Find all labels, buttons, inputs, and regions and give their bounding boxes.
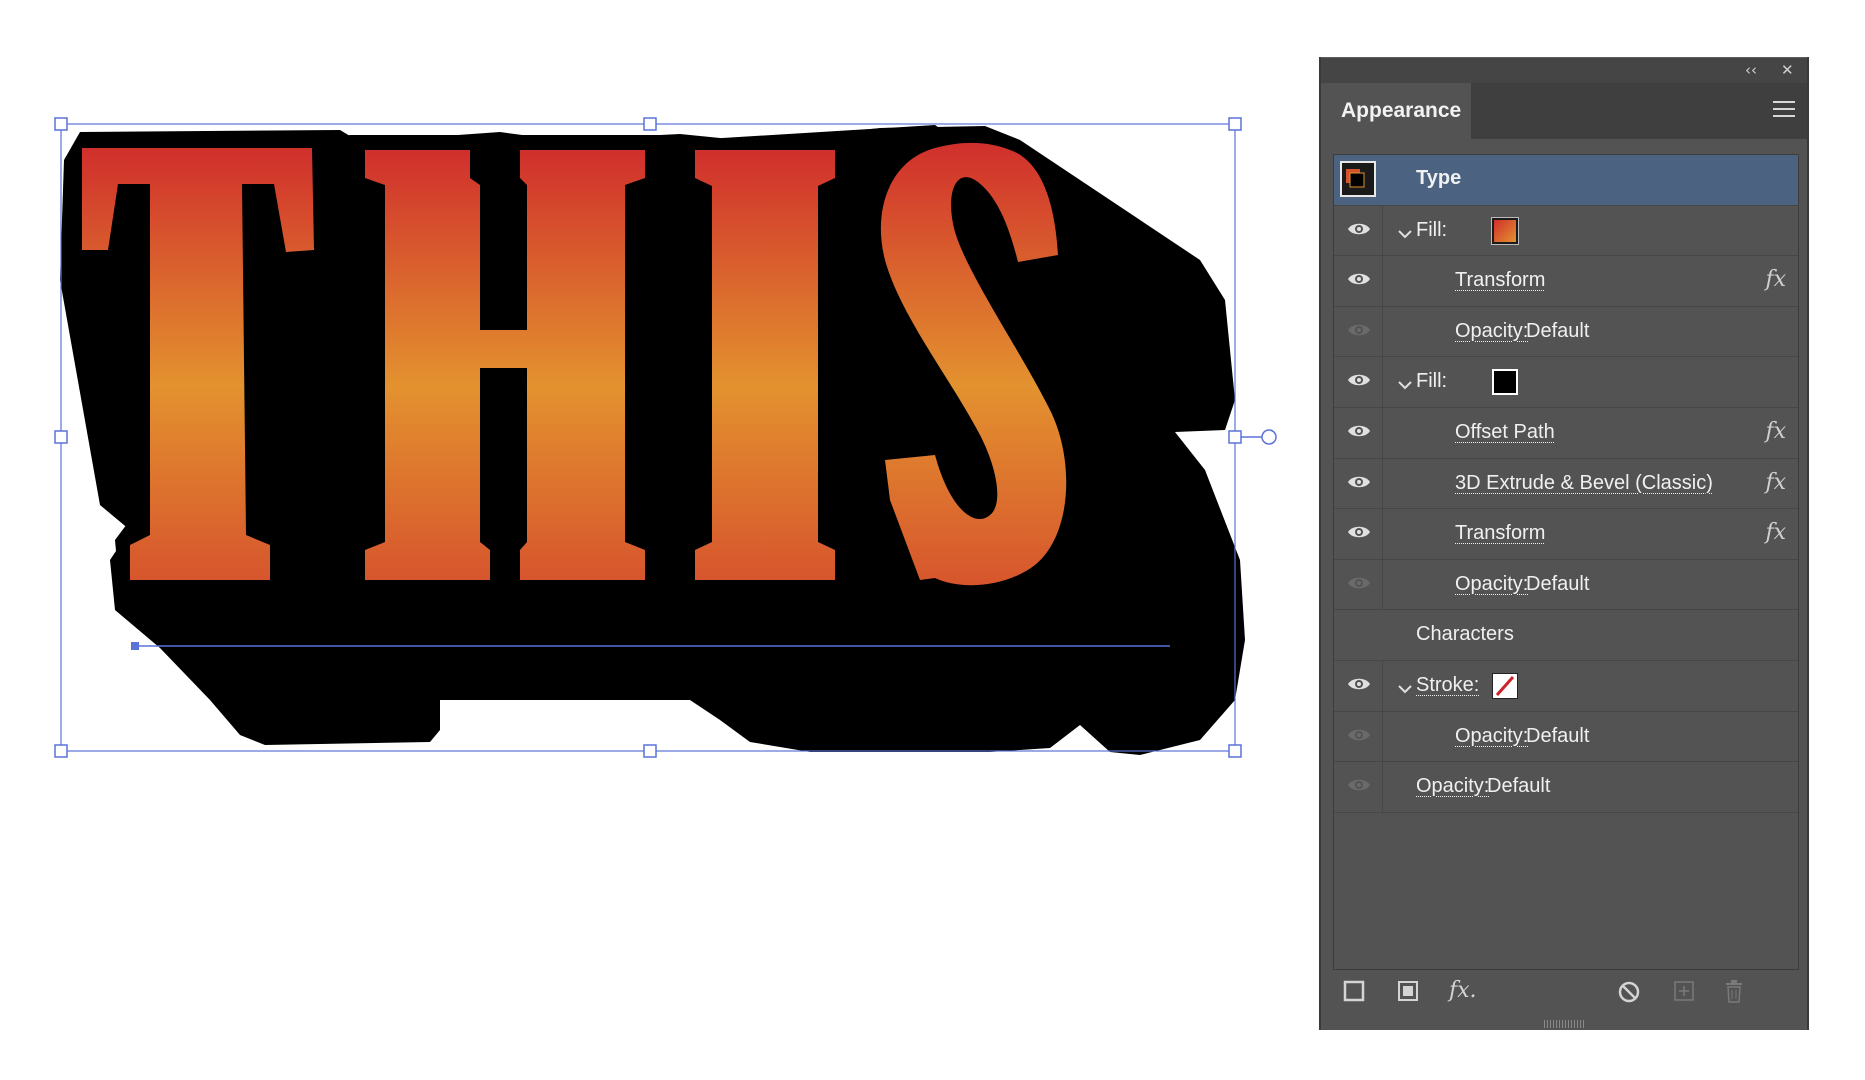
visibility-eye-icon[interactable] — [1334, 407, 1383, 458]
appearance-row-stroke[interactable]: Stroke: — [1334, 660, 1798, 712]
appearance-row-characters[interactable]: Characters — [1334, 610, 1798, 661]
stroke-swatch-none[interactable] — [1492, 672, 1518, 699]
top-opacity-label: Opacity: — [1416, 775, 1490, 798]
visibility-eye-icon[interactable] — [1334, 711, 1383, 762]
chevron-down-icon[interactable] — [1398, 373, 1412, 396]
visibility-eye-icon[interactable] — [1334, 306, 1383, 357]
panel-title-bar: ‹‹ ✕ — [1321, 57, 1807, 84]
opacity-value[interactable]: Default — [1526, 725, 1589, 748]
new-stroke-icon[interactable] — [1343, 980, 1365, 1007]
appearance-row-effect[interactable]: Transform fx — [1334, 256, 1798, 307]
clear-appearance-icon[interactable] — [1617, 980, 1641, 1009]
tab-appearance[interactable]: Appearance — [1321, 83, 1471, 139]
appearance-row-top-opacity[interactable]: Opacity: Default — [1334, 762, 1798, 813]
opacity-label: Opacity: — [1455, 572, 1529, 595]
visibility-eye-icon[interactable] — [1334, 357, 1383, 407]
new-fill-icon[interactable] — [1397, 980, 1419, 1007]
visibility-eye-icon[interactable] — [1334, 559, 1383, 610]
fill-label: Fill: — [1416, 370, 1448, 393]
panel-tab-bar: Appearance — [1321, 83, 1807, 139]
fill-label: Fill: — [1416, 218, 1448, 241]
visibility-eye-icon[interactable] — [1334, 458, 1383, 509]
appearance-panel: ‹‹ ✕ Appearance Type Fill: Transform fx Opac… — [1319, 57, 1809, 1030]
effect-label[interactable]: Offset Path — [1455, 421, 1555, 444]
fx-menu-icon[interactable]: fx. — [1449, 978, 1477, 1003]
appearance-row-opacity[interactable]: Opacity: Default — [1334, 711, 1798, 763]
visibility-eye-icon[interactable] — [1334, 660, 1383, 711]
duplicate-item-icon[interactable] — [1673, 980, 1695, 1007]
appearance-row-effect[interactable]: Offset Path fx — [1334, 407, 1798, 459]
appearance-row-type[interactable]: Type — [1334, 155, 1798, 206]
panel-menu-icon[interactable] — [1773, 101, 1795, 122]
appearance-row-effect[interactable]: 3D Extrude & Bevel (Classic) fx — [1334, 458, 1798, 510]
panel-resize-grip[interactable] — [1544, 1020, 1584, 1028]
characters-label: Characters — [1416, 623, 1514, 646]
appearance-row-opacity[interactable]: Opacity: Default — [1334, 559, 1798, 611]
effect-label[interactable]: 3D Extrude & Bevel (Classic) — [1455, 472, 1713, 495]
appearance-row-fill[interactable]: Fill: — [1334, 205, 1798, 257]
appearance-attribute-list: Type Fill: Transform fx Opacity: Default Fill:… — [1333, 154, 1799, 970]
artboard-canvas[interactable] — [0, 0, 1310, 1080]
effect-label[interactable]: Transform — [1455, 522, 1545, 545]
appearance-row-opacity[interactable]: Opacity: Default — [1334, 306, 1798, 358]
opacity-value[interactable]: Default — [1526, 573, 1589, 596]
visibility-eye-icon[interactable] — [1334, 256, 1383, 306]
chevron-down-icon[interactable] — [1398, 677, 1412, 700]
fx-icon[interactable]: fx — [1765, 470, 1786, 495]
visibility-eye-icon[interactable] — [1334, 762, 1383, 812]
chevron-down-icon[interactable] — [1398, 222, 1412, 245]
effect-label[interactable]: Transform — [1455, 269, 1545, 292]
visibility-eye-icon[interactable] — [1334, 205, 1383, 256]
close-panel-icon[interactable]: ✕ — [1781, 61, 1794, 79]
opacity-value[interactable]: Default — [1526, 320, 1589, 343]
appearance-row-fill[interactable]: Fill: — [1334, 357, 1798, 408]
visibility-eye-icon[interactable] — [1334, 509, 1383, 559]
rotate-widget[interactable] — [1261, 429, 1277, 445]
panel-bottom-toolbar: fx. — [1321, 972, 1807, 1018]
appearance-row-effect[interactable]: Transform fx — [1334, 509, 1798, 560]
opacity-label: Opacity: — [1455, 319, 1529, 342]
fx-icon[interactable]: fx — [1765, 267, 1786, 292]
collapse-panel-icon[interactable]: ‹‹ — [1745, 61, 1757, 79]
fill-swatch-black[interactable] — [1492, 369, 1518, 396]
type-thumbnail-icon — [1340, 161, 1376, 197]
delete-item-icon[interactable] — [1723, 980, 1745, 1009]
fx-icon[interactable]: fx — [1765, 520, 1786, 545]
fill-swatch-gradient[interactable] — [1491, 216, 1519, 245]
stroke-label: Stroke: — [1416, 673, 1480, 696]
opacity-value[interactable]: Default — [1487, 775, 1550, 798]
fx-icon[interactable]: fx — [1765, 419, 1786, 444]
opacity-label: Opacity: — [1455, 724, 1529, 747]
letter-i — [695, 150, 835, 580]
type-label: Type — [1416, 167, 1462, 189]
